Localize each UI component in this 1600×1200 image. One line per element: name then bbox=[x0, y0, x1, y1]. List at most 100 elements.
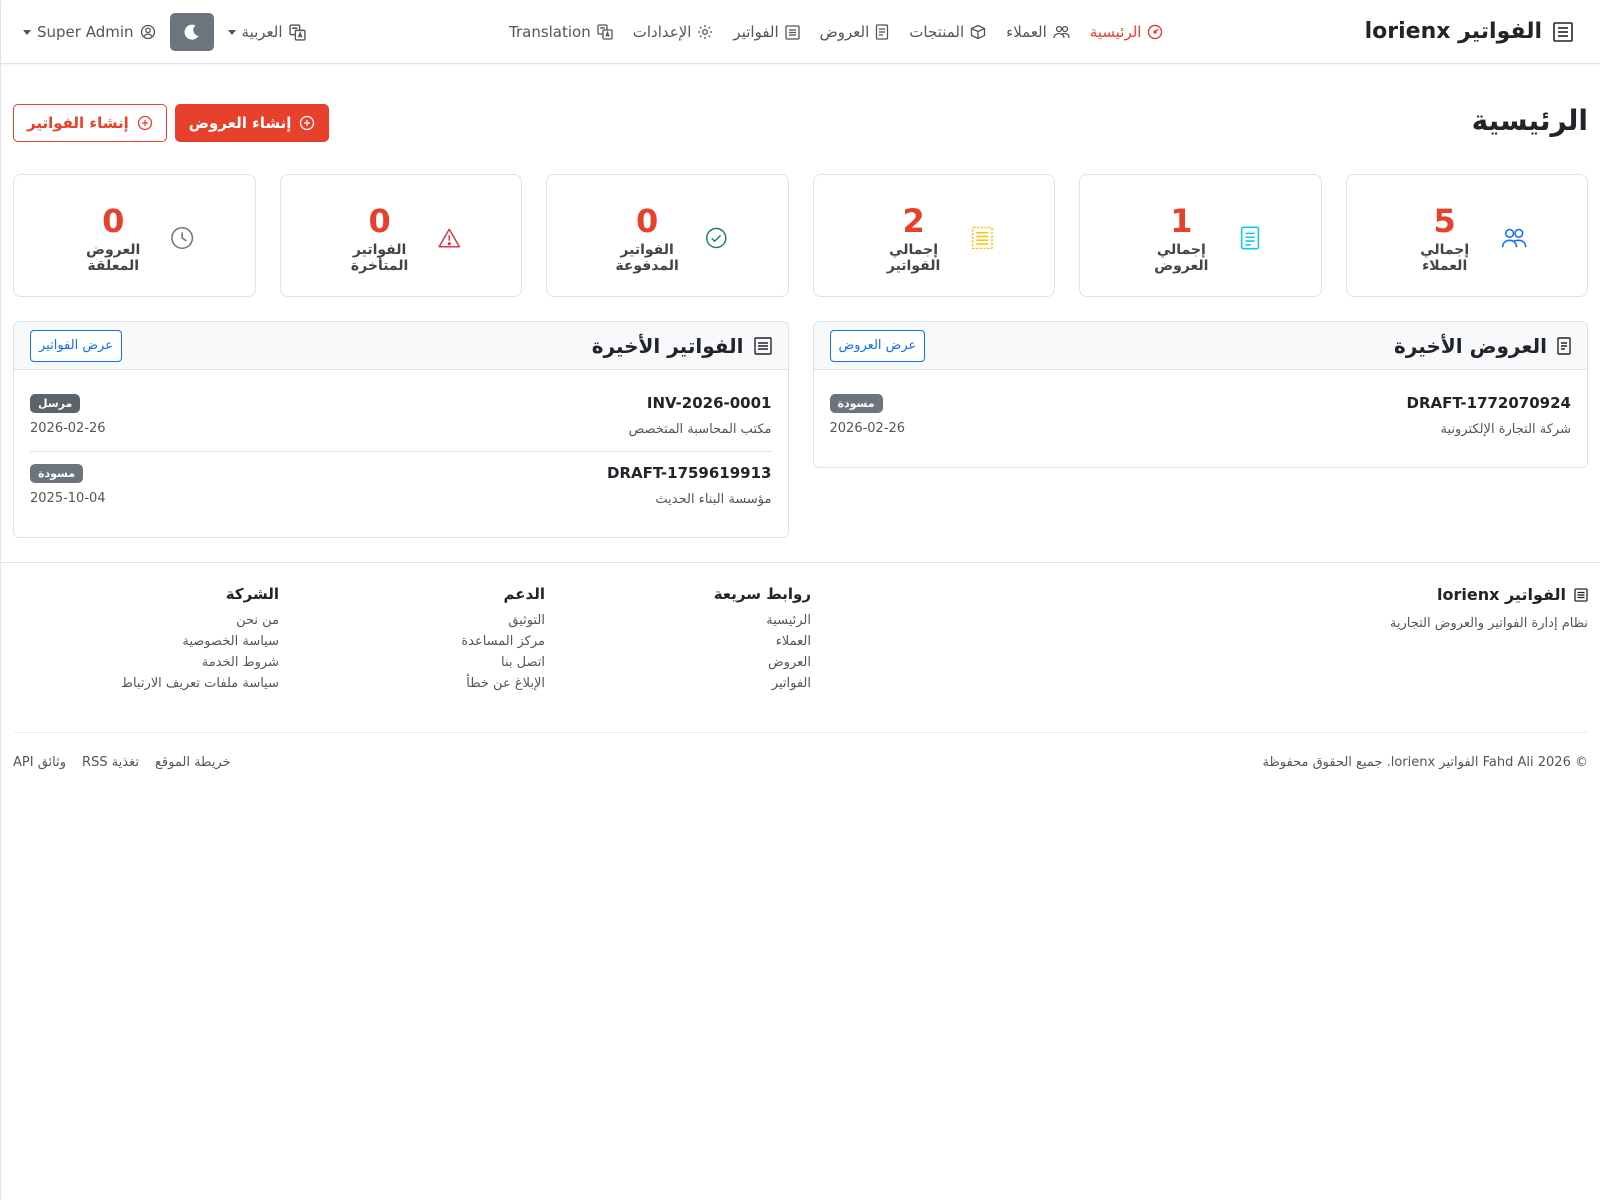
nav-item-quotes[interactable]: العروض bbox=[820, 23, 890, 41]
footer: الفواتير lorienx نظام إدارة الفواتير وال… bbox=[1, 562, 1600, 791]
chevron-down-icon bbox=[227, 29, 236, 35]
footer-link[interactable]: سياسة ملفات تعريف الارتباط bbox=[13, 676, 279, 691]
footer-link[interactable]: سياسة الخصوصية bbox=[13, 634, 279, 649]
entry-date: 2025-10-04 bbox=[30, 491, 106, 506]
users-icon bbox=[1053, 25, 1070, 39]
create-quote-button[interactable]: إنشاء العروض bbox=[174, 104, 330, 142]
plus-circle-icon bbox=[300, 115, 315, 131]
recent-invoices-panel: الفواتير الأخيرة عرض الفواتير INV-2026-0… bbox=[13, 321, 789, 538]
receipt-icon bbox=[1574, 587, 1588, 602]
navbar-tools: Super Admin العربية bbox=[23, 0, 306, 64]
recent-quotes-panel: العروض الأخيرة عرض العروض DRAFT-17720709… bbox=[812, 321, 1588, 468]
nav-item-translation[interactable]: Translation bbox=[509, 23, 613, 41]
dashboard-icon bbox=[1148, 24, 1163, 40]
status-badge: مسودة bbox=[30, 464, 84, 483]
footer-link[interactable]: شروط الخدمة bbox=[13, 655, 279, 670]
footer-col-quick-links: روابط سريعة الرئيسية العملاء العروض الفو… bbox=[545, 585, 811, 732]
recent-invoices-list: INV-2026-0001 مكتب المحاسبة المتخصص مرسل… bbox=[14, 370, 788, 537]
receipt-icon bbox=[972, 227, 994, 250]
footer-link[interactable]: اتصل بنا bbox=[279, 655, 545, 670]
stat-card-total-clients: 5 إجمالي العملاء bbox=[1345, 174, 1588, 297]
language-menu[interactable]: العربية bbox=[227, 23, 306, 41]
stat-card-paid-invoices: 0 الفواتير المدفوعة bbox=[546, 174, 789, 297]
list-item[interactable]: DRAFT-1759619913 مؤسسة البناء الحديث مسو… bbox=[30, 452, 772, 521]
footer-brand-name: الفواتير lorienx bbox=[1436, 585, 1566, 604]
page-title: الرئيسية bbox=[1471, 104, 1588, 137]
create-invoice-button[interactable]: إنشاء الفواتير bbox=[13, 104, 167, 142]
clock-icon bbox=[171, 227, 194, 250]
translate-icon bbox=[597, 24, 613, 40]
stats-row: 5 إجمالي العملاء 1 إجمالي العروض 2 إجمال… bbox=[13, 174, 1588, 297]
footer-description: نظام إدارة الفواتير والعروض التجارية bbox=[1389, 616, 1588, 631]
client-name: شركة التجارة الإلكترونية bbox=[1440, 422, 1571, 437]
nav-item-home[interactable]: الرئيسية bbox=[1090, 23, 1164, 41]
recent-invoices-header: الفواتير الأخيرة عرض الفواتير bbox=[14, 322, 788, 370]
check-circle-icon bbox=[705, 228, 727, 249]
nav-item-settings[interactable]: الإعدادات bbox=[633, 23, 714, 41]
quote-number: DRAFT-1772070924 bbox=[1406, 394, 1571, 412]
main-nav: الرئيسية العملاء المنتجات العروض الفواتي… bbox=[509, 0, 1163, 64]
client-name: مكتب المحاسبة المتخصص bbox=[628, 422, 772, 437]
user-circle-icon bbox=[140, 24, 155, 40]
stat-card-total-quotes: 1 إجمالي العروض bbox=[1079, 174, 1322, 297]
stat-card-overdue-invoices: 0 الفواتير المتأخرة bbox=[279, 174, 522, 297]
receipt-icon bbox=[1553, 21, 1573, 42]
footer-bottom: © 2026 Fahd Ali الفواتير lorienx. جميع ا… bbox=[13, 733, 1588, 791]
api-docs-link[interactable]: وثائق API bbox=[13, 755, 66, 770]
main-content: الرئيسية إنشاء الفواتير إنشاء العروض 5 إ… bbox=[1, 64, 1600, 538]
footer-link[interactable]: التوثيق bbox=[279, 613, 545, 628]
recent-quotes-header: العروض الأخيرة عرض العروض bbox=[813, 322, 1587, 370]
footer-link[interactable]: من نحن bbox=[13, 613, 279, 628]
rss-link[interactable]: تغذية RSS bbox=[82, 755, 139, 770]
footer-link[interactable]: الرئيسية bbox=[545, 613, 811, 628]
stat-card-pending-quotes: 0 العروض المعلقة bbox=[13, 174, 256, 297]
entry-date: 2026-02-26 bbox=[829, 421, 906, 436]
chevron-down-icon bbox=[23, 29, 31, 35]
list-item[interactable]: DRAFT-1772070924 شركة التجارة الإلكتروني… bbox=[829, 382, 1571, 451]
nav-item-invoices[interactable]: الفواتير bbox=[733, 23, 800, 41]
footer-link[interactable]: الإبلاغ عن خطأ bbox=[279, 676, 545, 691]
footer-link[interactable]: مركز المساعدة bbox=[279, 634, 545, 649]
user-name: Super Admin bbox=[37, 23, 134, 41]
document-icon bbox=[1241, 226, 1260, 250]
recent-quotes-list: DRAFT-1772070924 شركة التجارة الإلكتروني… bbox=[814, 370, 1588, 467]
language-label: العربية bbox=[241, 23, 283, 41]
footer-link[interactable]: العملاء bbox=[545, 634, 811, 649]
invoice-number: INV-2026-0001 bbox=[646, 394, 772, 412]
footer-brand: الفواتير lorienx نظام إدارة الفواتير وال… bbox=[1188, 585, 1588, 732]
recent-invoices-title: الفواتير الأخيرة bbox=[591, 333, 744, 358]
translate-icon bbox=[288, 23, 306, 41]
nav-item-clients[interactable]: العملاء bbox=[1006, 23, 1070, 41]
recent-panels: العروض الأخيرة عرض العروض DRAFT-17720709… bbox=[13, 321, 1588, 538]
footer-columns: روابط سريعة الرئيسية العملاء العروض الفو… bbox=[13, 585, 811, 732]
theme-toggle-button[interactable] bbox=[169, 13, 214, 51]
plus-circle-icon bbox=[137, 115, 152, 131]
footer-link[interactable]: العروض bbox=[545, 655, 811, 670]
copyright: © 2026 Fahd Ali الفواتير lorienx. جميع ا… bbox=[1262, 754, 1588, 770]
status-badge: مرسل bbox=[30, 394, 81, 413]
user-menu[interactable]: Super Admin bbox=[23, 23, 156, 41]
invoice-number: DRAFT-1759619913 bbox=[607, 464, 772, 482]
footer-col-company: الشركة من نحن سياسة الخصوصية شروط الخدمة… bbox=[13, 585, 279, 732]
document-icon bbox=[876, 24, 889, 40]
brand[interactable]: الفواتير lorienx bbox=[1365, 19, 1574, 44]
page-header: الرئيسية إنشاء الفواتير إنشاء العروض bbox=[13, 64, 1588, 174]
client-name: مؤسسة البناء الحديث bbox=[655, 492, 772, 507]
stat-card-total-invoices: 2 إجمالي الفواتير bbox=[812, 174, 1055, 297]
view-invoices-button[interactable]: عرض الفواتير bbox=[30, 329, 122, 362]
sitemap-link[interactable]: خريطة الموقع bbox=[155, 755, 231, 770]
document-icon bbox=[1557, 336, 1571, 355]
users-icon bbox=[1501, 229, 1527, 248]
brand-name: الفواتير lorienx bbox=[1364, 19, 1542, 44]
moon-icon bbox=[184, 24, 199, 40]
navbar: الفواتير lorienx الرئيسية العملاء المنتج… bbox=[1, 0, 1600, 64]
gear-icon bbox=[698, 25, 713, 39]
nav-item-products[interactable]: المنتجات bbox=[909, 23, 986, 41]
warning-icon bbox=[437, 228, 460, 248]
list-item[interactable]: INV-2026-0001 مكتب المحاسبة المتخصص مرسل… bbox=[30, 382, 772, 452]
view-quotes-button[interactable]: عرض العروض bbox=[829, 329, 926, 362]
receipt-icon bbox=[785, 24, 800, 40]
footer-col-support: الدعم التوثيق مركز المساعدة اتصل بنا الإ… bbox=[279, 585, 545, 732]
footer-link[interactable]: الفواتير bbox=[545, 676, 811, 691]
entry-date: 2026-02-26 bbox=[30, 421, 106, 436]
